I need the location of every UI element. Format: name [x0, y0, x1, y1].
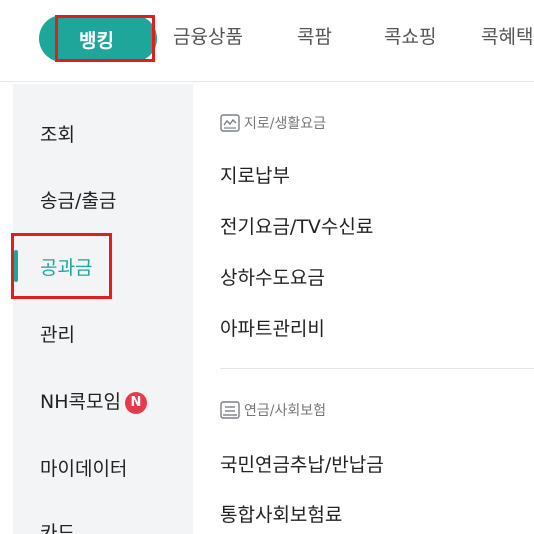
- link-electric-tv[interactable]: 전기요금/TV수신료: [220, 212, 373, 239]
- sidebar-item-manage[interactable]: 관리: [40, 320, 75, 347]
- section-divider: [220, 368, 534, 369]
- link-social-insurance[interactable]: 통합사회보험료: [220, 500, 342, 527]
- receipt-icon: [220, 114, 240, 132]
- pension-icon: [220, 401, 240, 419]
- top-nav: 뱅킹 금융상품 콕팜 콕쇼핑 콕혜택: [0, 0, 534, 82]
- tab-financial-products[interactable]: 금융상품: [173, 22, 243, 49]
- sidebar-item-nh-kokmoim-label: NH콕모임: [40, 391, 121, 413]
- sidebar-item-mydata[interactable]: 마이데이터: [40, 454, 127, 481]
- tab-banking[interactable]: 뱅킹: [39, 15, 157, 62]
- sidebar-item-card[interactable]: 카드: [40, 518, 75, 534]
- link-apartment[interactable]: 아파트관리비: [220, 314, 325, 341]
- tab-banking-label: 뱅킹: [79, 30, 114, 52]
- section-title-giro: 지로/생활요금: [244, 116, 326, 132]
- link-water[interactable]: 상하수도요금: [220, 263, 325, 290]
- tab-kokshopping[interactable]: 콕쇼핑: [384, 22, 436, 49]
- sidebar-item-transfer[interactable]: 송금/출금: [40, 186, 116, 213]
- section-title-pension: 연금/사회보험: [244, 403, 326, 419]
- sidebar-active-indicator: [14, 250, 18, 282]
- tab-kokbenefits[interactable]: 콕혜택: [481, 22, 533, 49]
- link-giro-payment[interactable]: 지로납부: [220, 161, 290, 188]
- tab-kokfarm[interactable]: 콕팜: [297, 22, 332, 49]
- sidebar-item-utility-bills[interactable]: 공과금: [40, 253, 92, 280]
- sidebar-item-nh-kokmoim[interactable]: NH콕모임 N: [40, 387, 147, 414]
- link-national-pension[interactable]: 국민연금추납/반납금: [220, 450, 384, 477]
- new-badge: N: [124, 392, 147, 414]
- section-header-giro: 지로/생활요금: [220, 113, 326, 133]
- sidebar-item-inquiry[interactable]: 조회: [40, 120, 75, 147]
- section-header-pension: 연금/사회보험: [220, 400, 326, 420]
